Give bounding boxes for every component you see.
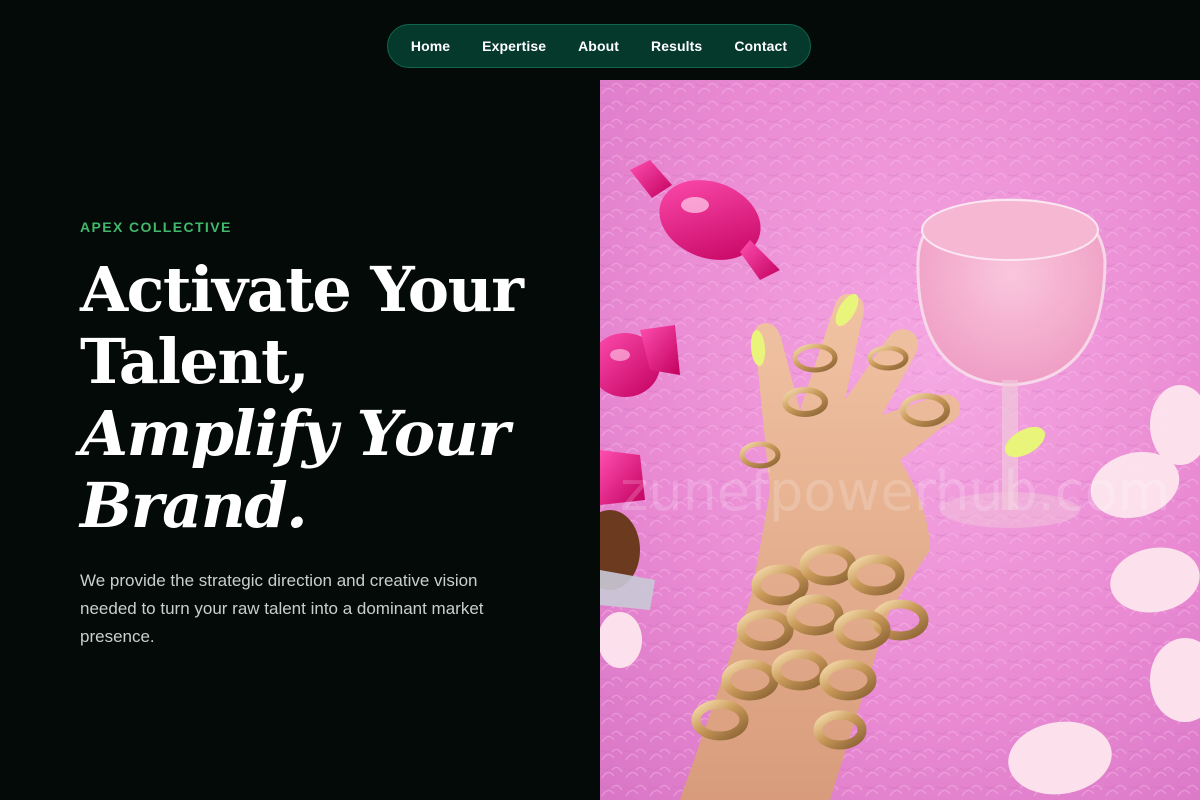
headline-line-2: Talent, [80, 325, 310, 398]
brand-eyebrow: APEX COLLECTIVE [80, 219, 232, 235]
hero-description: We provide the strategic direction and c… [80, 571, 484, 646]
nav-about[interactable]: About [578, 38, 619, 54]
headline-line-3: Amplify Your [80, 397, 510, 470]
nav-contact[interactable]: Contact [734, 38, 787, 54]
headline-line-1: Activate Your [80, 253, 524, 326]
nav-expertise[interactable]: Expertise [482, 38, 546, 54]
hero-text-section: APEX COLLECTIVE Activate Your Talent, Am… [80, 0, 580, 800]
nav-results[interactable]: Results [651, 38, 702, 54]
nav-home[interactable]: Home [411, 38, 450, 54]
hero-image: zunefpowerhub.com [600, 80, 1200, 800]
main-nav: Home Expertise About Results Contact [387, 24, 811, 68]
image-watermark: zunefpowerhub.com [620, 460, 1170, 523]
headline-line-4: Brand. [80, 469, 308, 542]
hero-headline: Activate Your Talent, Amplify Your Brand… [80, 253, 524, 542]
